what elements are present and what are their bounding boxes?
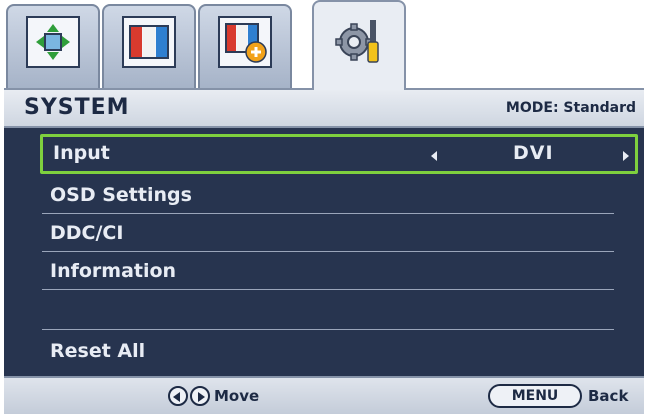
osd-menu: SYSTEM MODE: Standard Input DVI OSD Sett… bbox=[4, 0, 644, 414]
menu-item-empty bbox=[42, 294, 614, 330]
menu-item-label: Reset All bbox=[50, 340, 146, 362]
tab-picture-advanced[interactable] bbox=[198, 4, 292, 88]
menu-item-osd-settings[interactable]: OSD Settings bbox=[42, 178, 614, 214]
display-adjust-icon bbox=[26, 16, 80, 68]
move-hint: Move bbox=[214, 387, 260, 405]
menu-item-reset-all[interactable]: Reset All bbox=[42, 334, 614, 370]
arrow-left-icon[interactable] bbox=[431, 151, 437, 161]
right-button-icon bbox=[190, 386, 210, 406]
menu-item-label: DDC/CI bbox=[50, 222, 124, 244]
mode-indicator: MODE: Standard bbox=[505, 100, 636, 116]
page-title: SYSTEM bbox=[24, 95, 130, 120]
input-value: DVI bbox=[513, 142, 554, 164]
menu-item-label: Input bbox=[53, 142, 110, 164]
back-hint: Back bbox=[588, 387, 629, 405]
tab-system[interactable] bbox=[312, 0, 406, 90]
menu-footer: Move MENU Back bbox=[4, 376, 644, 414]
menu-item-label: OSD Settings bbox=[50, 184, 192, 206]
color-bars-icon bbox=[122, 16, 176, 68]
menu-item-information[interactable]: Information bbox=[42, 254, 614, 290]
menu-item-input[interactable]: Input DVI bbox=[40, 134, 638, 174]
picture-advanced-icon bbox=[218, 16, 272, 68]
menu-item-ddc-ci[interactable]: DDC/CI bbox=[42, 216, 614, 252]
tab-bar bbox=[4, 0, 644, 90]
tab-picture[interactable] bbox=[102, 4, 196, 88]
tab-display[interactable] bbox=[6, 4, 100, 88]
left-button-icon bbox=[168, 386, 188, 406]
menu-item-label: Information bbox=[50, 260, 177, 282]
menu-panel: Input DVI OSD Settings DDC/CI Informatio… bbox=[4, 128, 644, 376]
arrow-right-icon[interactable] bbox=[623, 151, 629, 161]
menu-header: SYSTEM MODE: Standard bbox=[4, 88, 644, 128]
system-settings-icon bbox=[332, 12, 386, 64]
menu-button-icon: MENU bbox=[488, 384, 582, 408]
